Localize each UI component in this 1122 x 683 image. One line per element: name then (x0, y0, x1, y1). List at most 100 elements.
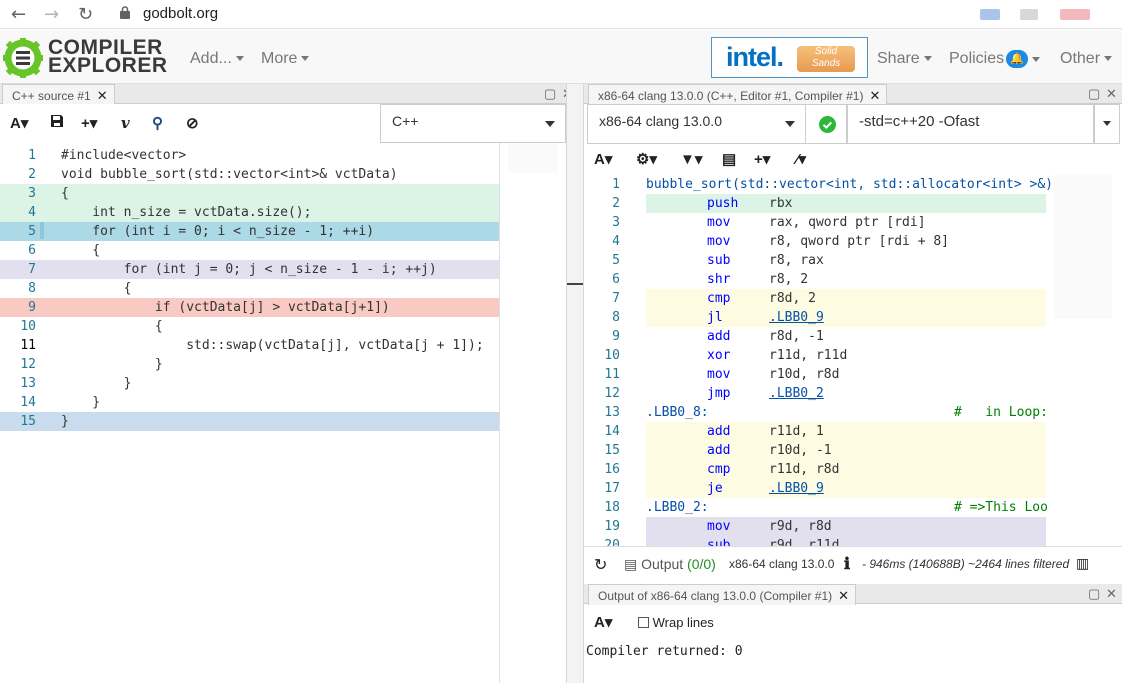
editor-line[interactable]: 3{ (0, 184, 500, 203)
compiler-select[interactable]: x86-64 clang 13.0.0 (587, 104, 805, 144)
maximize-icon[interactable]: ▢ (1088, 586, 1100, 602)
editor-line[interactable]: 6 { (0, 241, 500, 260)
compiler-explorer-logo-icon[interactable] (3, 38, 43, 78)
asm-line[interactable]: 7 cmp r8d, 2 (612, 289, 1046, 308)
editor-line[interactable]: 5 for (int i = 0; i < n_size - 1; ++i) (0, 222, 500, 241)
tab-output[interactable]: Output of x86-64 clang 13.0.0 (Compiler … (588, 584, 857, 605)
editor-line[interactable]: 7 for (int j = 0; j < n_size - 1 - i; ++… (0, 260, 500, 279)
logo-text[interactable]: COMPILER EXPLORER (48, 37, 168, 76)
save-icon[interactable] (50, 114, 64, 132)
compiler-options-input[interactable]: -std=c++20 -Ofast (847, 104, 1094, 144)
asm-minimap[interactable] (1054, 174, 1112, 319)
editor-line[interactable]: 8 { (0, 279, 500, 298)
close-pane-icon[interactable]: ✕ (1106, 86, 1117, 102)
asm-operands[interactable]: .LBB0_9 (769, 308, 824, 327)
code-text: { (61, 319, 163, 334)
asm-line[interactable]: 17 je .LBB0_9 (604, 479, 1046, 498)
pane-divider[interactable] (566, 84, 584, 683)
reload-icon[interactable]: ↻ (78, 4, 93, 25)
asm-line[interactable]: 16 cmp r11d, r8d (604, 460, 1046, 479)
asm-line[interactable]: 14 add r11d, 1 (604, 422, 1046, 441)
asm-line[interactable]: 1 bubble_sort(std::vector<int, std::alloc… (584, 175, 1061, 194)
filter-icon[interactable]: ▼▾ (680, 150, 702, 168)
code-text: } (61, 414, 69, 429)
menu-other[interactable]: Other (1060, 50, 1113, 68)
chevron-down-icon (235, 56, 244, 62)
tab-compiler[interactable]: x86-64 clang 13.0.0 (C++, Editor #1, Com… (588, 84, 888, 105)
asm-line[interactable]: 12 jmp .LBB0_2 (584, 384, 1046, 403)
tab-cpp-source[interactable]: C++ source #1 ✕ (2, 84, 115, 105)
asm-opcode: sub (707, 253, 731, 268)
editor-line[interactable]: 14 } (0, 393, 500, 412)
menu-more[interactable]: More (261, 50, 310, 68)
editor-line[interactable]: 2 void bubble_sort(std::vector<int>& vctD… (0, 165, 500, 184)
bar-chart-icon[interactable]: ▥ (1076, 555, 1089, 572)
asm-line[interactable]: 13 .LBB0_8: # in Loop: (584, 403, 1048, 422)
close-icon[interactable]: ✕ (869, 88, 880, 103)
editor-line[interactable]: 13 } (0, 374, 500, 393)
pin-off-icon[interactable]: ⊘ (186, 114, 199, 132)
asm-line[interactable]: 11 mov r10d, r8d (584, 365, 1046, 384)
url-bar[interactable]: godbolt.org (143, 5, 218, 22)
tools-wand-icon[interactable]: ⁄▾ (796, 150, 806, 168)
add-tool-icon[interactable]: +▾ (754, 150, 770, 168)
asm-line[interactable]: 18 .LBB0_2: # =>This Loo (584, 498, 1048, 517)
compiler-select-value: x86-64 clang 13.0.0 (599, 113, 722, 129)
quick-fix-icon[interactable]: ⚲ (152, 114, 163, 132)
asm-line[interactable]: 10 xor r11d, r11d (584, 346, 1046, 365)
recompile-icon[interactable]: ↻ (594, 555, 607, 575)
maximize-icon[interactable]: ▢ (544, 86, 556, 102)
asm-line[interactable]: 6 shr r8, 2 (584, 270, 1046, 289)
asm-line[interactable]: 15 add r10d, -1 (604, 441, 1046, 460)
close-icon[interactable]: ✕ (838, 588, 849, 603)
maximize-icon[interactable]: ▢ (1088, 86, 1100, 102)
wrap-lines-toggle[interactable]: Wrap lines (638, 615, 714, 630)
asm-line[interactable]: 3 mov rax, qword ptr [rdi] (584, 213, 1046, 232)
font-size-icon[interactable]: A▾ (594, 150, 612, 168)
settings-gear-icon[interactable]: ⚙▾ (636, 150, 657, 168)
font-size-icon[interactable]: A▾ (594, 613, 612, 631)
editor-ruler (499, 143, 500, 683)
asm-line[interactable]: 9 add r8d, -1 (584, 327, 1046, 346)
arrow-right-icon[interactable]: → (44, 4, 59, 25)
add-new-icon[interactable]: +▾ (81, 114, 97, 132)
language-select[interactable]: C++ (380, 104, 566, 143)
status-timing: - 946ms (140688B) ~2464 lines filtered (862, 557, 1070, 571)
libraries-icon[interactable]: ▤ (722, 150, 736, 168)
source-editor[interactable]: 1 #include<vector> 2 void bubble_sort(std::… (0, 143, 566, 683)
editor-line[interactable]: 1 #include<vector> (0, 146, 500, 165)
editor-line[interactable]: 4 int n_size = vctData.size(); (0, 203, 500, 222)
menu-policies[interactable]: Policies 🔔 (949, 50, 1041, 68)
chevron-down-icon (1103, 121, 1111, 126)
vim-icon[interactable]: v (121, 114, 130, 132)
editor-line[interactable]: 15} (0, 412, 500, 431)
editor-line[interactable]: 9 if (vctData[j] > vctData[j+1]) (0, 298, 500, 317)
compile-status[interactable] (805, 104, 847, 144)
sponsor-banner[interactable]: intel. Solid Sands (711, 37, 868, 78)
editor-minimap[interactable] (508, 143, 558, 173)
editor-line[interactable]: 11 std::swap(vctData[j], vctData[j + 1])… (0, 336, 500, 355)
assembly-output[interactable]: 1 bubble_sort(std::vector<int, std::alloc… (584, 174, 1122, 546)
asm-line[interactable]: 20 sub r9d, r11d (604, 536, 1046, 546)
close-icon[interactable]: ✕ (97, 88, 108, 103)
asm-line[interactable]: 8 jl .LBB0_9 (612, 308, 1046, 327)
asm-line[interactable]: 2 push rbx (612, 194, 1046, 213)
asm-opcode: jmp (707, 386, 731, 401)
arrow-left-icon[interactable]: ← (11, 4, 26, 25)
menu-share[interactable]: Share (877, 50, 932, 68)
line-number: 3 (28, 186, 36, 201)
menu-add[interactable]: Add... (190, 50, 244, 68)
options-dropdown-button[interactable] (1094, 104, 1120, 144)
asm-line[interactable]: 5 sub r8, rax (584, 251, 1046, 270)
asm-line[interactable]: 4 mov r8, qword ptr [rdi + 8] (584, 232, 1046, 251)
asm-line[interactable]: 19 mov r9d, r8d (604, 517, 1046, 536)
font-size-icon[interactable]: A▾ (10, 114, 28, 132)
output-toggle[interactable]: ▤ Output (0/0) (624, 556, 716, 573)
editor-line[interactable]: 12 } (0, 355, 500, 374)
info-icon[interactable]: ℹ (844, 554, 850, 574)
asm-operands[interactable]: .LBB0_9 (769, 479, 824, 498)
asm-operands[interactable]: .LBB0_2 (769, 384, 824, 403)
checkbox[interactable] (638, 617, 649, 628)
editor-line[interactable]: 10 { (0, 317, 500, 336)
close-pane-icon[interactable]: ✕ (1106, 586, 1117, 602)
